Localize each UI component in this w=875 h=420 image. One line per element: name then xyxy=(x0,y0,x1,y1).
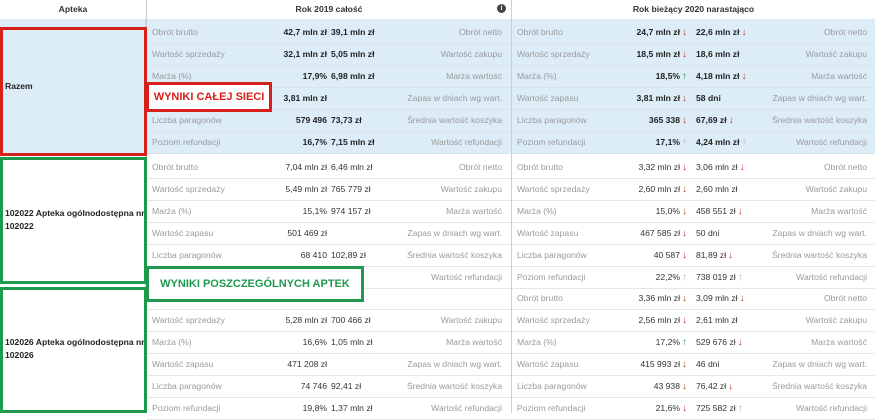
metric-label-secondary: Wartość refundacji xyxy=(796,137,867,147)
metric-value: 17,2% ↑ xyxy=(655,337,687,348)
network-results-callout: WYNIKI CAŁEJ SIECI xyxy=(146,82,272,112)
arrow-down-icon: ↓ xyxy=(682,293,687,304)
arrow-down-icon: ↓ xyxy=(682,315,687,326)
metric-value: 43 938 ↓ xyxy=(653,381,687,392)
metric-label-secondary: Zapas w dniach wg wart. xyxy=(772,93,867,103)
metric-value: 3,32 mln zł ↓ xyxy=(638,162,687,173)
metric-label-secondary: Zapas w dniach wg wart. xyxy=(407,359,502,369)
arrow-down-icon: ↓ xyxy=(682,403,687,414)
metric-label-secondary: Wartość zakupu xyxy=(440,49,502,59)
metric-value: 42,7 mln zł xyxy=(283,27,327,37)
arrow-up-icon: ↑ xyxy=(682,272,687,283)
metric-label-secondary: Marża wartość xyxy=(446,71,502,81)
metric-value: 68 410 xyxy=(300,250,327,260)
pharmacy-highlight-box-2 xyxy=(0,287,147,413)
metric-label-secondary: Marża wartość xyxy=(811,206,867,216)
metric-label-secondary: Zapas w dniach wg wart. xyxy=(407,93,502,103)
info-icon[interactable]: i xyxy=(497,4,506,13)
metric-label-secondary: Zapas w dniach wg wart. xyxy=(772,359,867,369)
pharmacy-highlight-box-1 xyxy=(0,157,147,284)
metric-label-secondary: Wartość zakupu xyxy=(440,184,502,194)
metric-value: 15,0% ↓ xyxy=(655,206,687,217)
metric-value: 16,6% xyxy=(302,337,327,347)
metric-value: 16,7% xyxy=(302,137,327,147)
metric-value: 5,28 mln zł xyxy=(285,315,327,325)
metric-label-secondary xyxy=(357,288,502,309)
arrow-down-icon: ↓ xyxy=(682,93,687,104)
metric-value: 7,04 mln zł xyxy=(285,162,327,172)
metric-value: 40 587 ↓ xyxy=(653,250,687,261)
metric-label-secondary: Średnia wartość koszyka xyxy=(771,250,867,260)
metric-value: 2,60 mln zł ↓ xyxy=(638,184,687,195)
arrow-down-icon: ↓ xyxy=(682,381,687,392)
arrow-up-icon: ↑ xyxy=(682,137,687,148)
metric-label-secondary: Średnia wartość koszyka xyxy=(406,381,502,391)
metric-label-secondary: Średnia wartość koszyka xyxy=(406,115,502,125)
arrow-down-icon: ↓ xyxy=(682,359,687,370)
metric-label-secondary: Średnia wartość koszyka xyxy=(771,381,867,391)
metric-value: 467 585 zł ↓ xyxy=(640,228,687,239)
metric-label-secondary: Wartość zakupu xyxy=(805,49,867,59)
metric-value: 415 993 zł ↓ xyxy=(640,359,687,370)
metric-value: 365 338 ↓ xyxy=(648,115,687,126)
metric-value: 2,56 mln zł ↓ xyxy=(638,315,687,326)
arrow-down-icon: ↓ xyxy=(682,206,687,217)
metric-value: 5,49 mln zł xyxy=(285,184,327,194)
arrow-down-icon: ↓ xyxy=(682,115,687,126)
metric-label-secondary: Wartość refundacji xyxy=(431,137,502,147)
metric-label-secondary: Wartość refundacji xyxy=(796,403,867,413)
metric-label-secondary: Marża wartość xyxy=(446,337,502,347)
metric-value: 501 469 zł xyxy=(287,228,327,238)
metric-value: 471 208 zł xyxy=(287,359,327,369)
arrow-down-icon: ↓ xyxy=(682,228,687,239)
pharmacy-results-callout: WYNIKI POSZCZEGÓLNYCH APTEK xyxy=(146,266,364,302)
table-header: Apteka Rok 2019 całość Rok bieżący 2020 … xyxy=(0,0,875,20)
metric-label-secondary: Wartość zakupu xyxy=(805,184,867,194)
metric-label-secondary: Obrót netto xyxy=(824,27,867,37)
header-current-year[interactable]: Rok bieżący 2020 narastająco xyxy=(512,0,875,19)
metric-label-secondary: Obrót netto xyxy=(824,293,867,303)
metric-value: 18,5 mln zł ↓ xyxy=(636,49,687,60)
network-highlight-box xyxy=(0,27,147,156)
metric-label-secondary: Wartość zakupu xyxy=(805,315,867,325)
header-2019[interactable]: Rok 2019 całość xyxy=(147,0,511,19)
metric-value: 32,1 mln zł xyxy=(283,49,327,59)
metric-label-secondary: Średnia wartość koszyka xyxy=(406,250,502,260)
metric-label-secondary: Obrót netto xyxy=(459,162,502,172)
arrow-down-icon: ↓ xyxy=(682,250,687,261)
metric-label-secondary: Średnia wartość koszyka xyxy=(771,115,867,125)
metric-value: 18,5% ↑ xyxy=(655,71,687,82)
metric-label-secondary: Marża wartość xyxy=(446,206,502,216)
metric-value: 579 496 xyxy=(295,115,327,125)
metric-label-secondary: Zapas w dniach wg wart. xyxy=(772,228,867,238)
metric-value: 15,1% xyxy=(302,206,327,216)
metric-value: 17,1% ↑ xyxy=(655,137,687,148)
metric-value: 74 746 xyxy=(300,381,327,391)
arrow-down-icon: ↓ xyxy=(682,162,687,173)
header-apteka[interactable]: Apteka xyxy=(0,0,146,19)
metric-value: 3,36 mln zł ↓ xyxy=(638,293,687,304)
metric-value: 3,81 mln zł ↓ xyxy=(636,93,687,104)
metric-label-secondary: Obrót netto xyxy=(824,162,867,172)
arrow-up-icon: ↑ xyxy=(682,71,687,82)
metric-label-secondary: Wartość zakupu xyxy=(440,315,502,325)
metric-label-secondary: Wartość refundacji xyxy=(431,403,502,413)
metric-value: 21,6% ↓ xyxy=(655,403,687,414)
arrow-down-icon: ↓ xyxy=(682,184,687,195)
metric-label-secondary: Obrót netto xyxy=(459,27,502,37)
arrow-down-icon: ↓ xyxy=(682,27,687,38)
metric-value: 19,8% xyxy=(302,403,327,413)
arrow-down-icon: ↓ xyxy=(682,49,687,60)
metric-label-secondary: Marża wartość xyxy=(811,337,867,347)
metric-label-secondary: Zapas w dniach wg wart. xyxy=(407,228,502,238)
metric-value: 24,7 mln zł ↓ xyxy=(636,27,687,38)
arrow-up-icon: ↑ xyxy=(682,337,687,348)
metric-label-secondary: Marża wartość xyxy=(811,71,867,81)
